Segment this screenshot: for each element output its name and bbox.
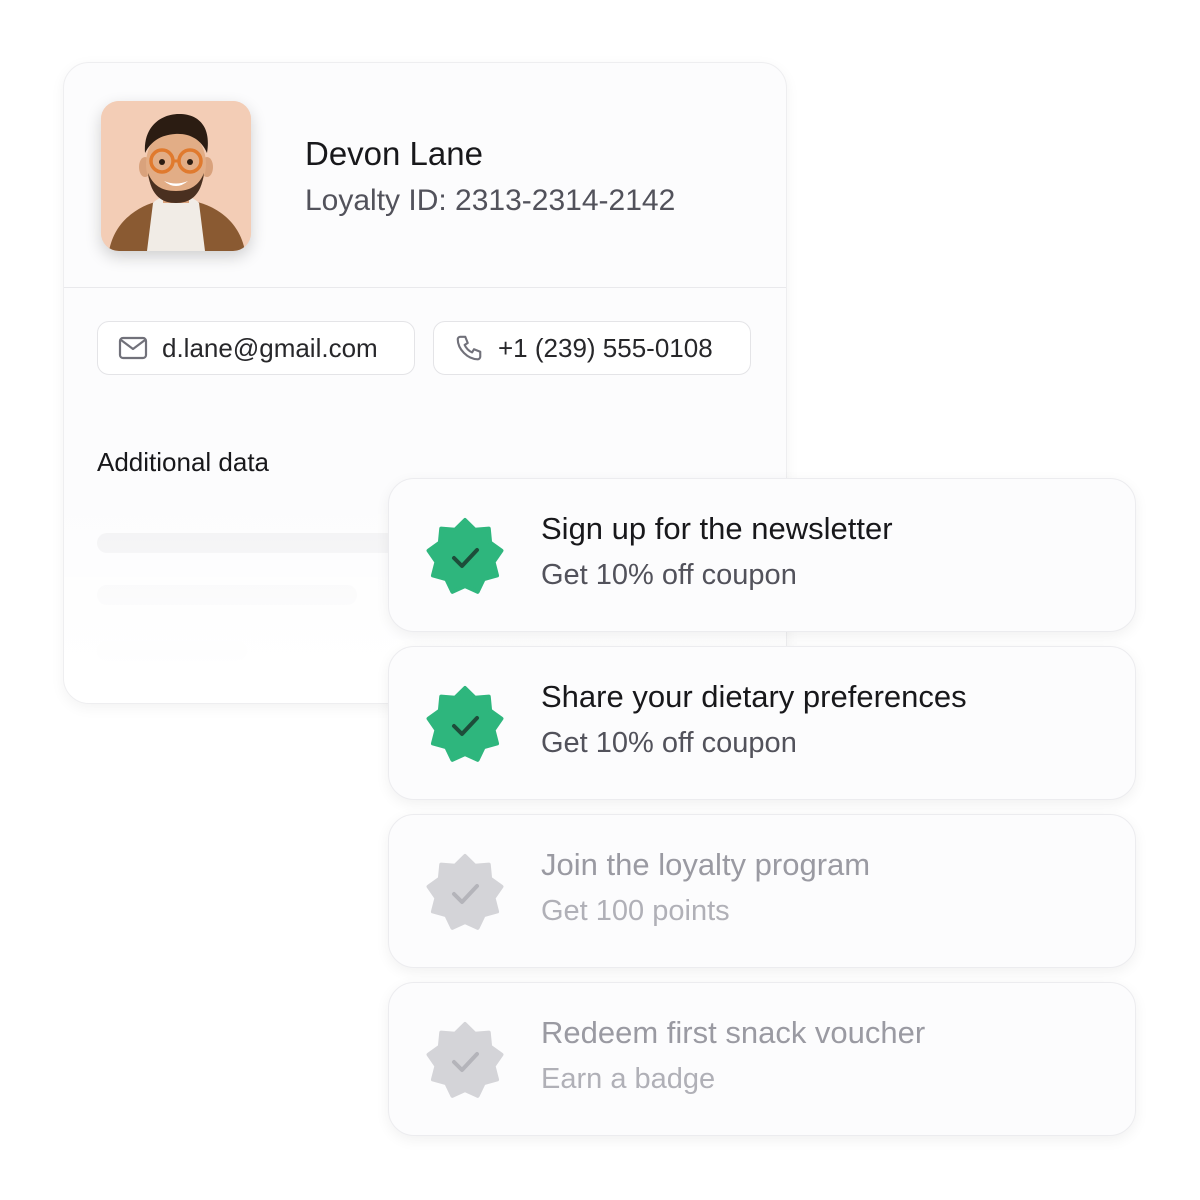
email-text: d.lane@gmail.com [162,332,378,363]
task-reward: Get 10% off coupon [541,559,797,591]
mail-icon [118,336,148,360]
task-card-loyalty[interactable]: Join the loyalty program Get 100 points [388,814,1136,968]
badge-seal [426,686,504,762]
task-card-snack-voucher[interactable]: Redeem first snack voucher Earn a badge [388,982,1136,1136]
skeleton-line [97,585,357,605]
task-reward: Earn a badge [541,1063,716,1095]
task-card-newsletter[interactable]: Sign up for the newsletter Get 10% off c… [388,478,1136,632]
task-title: Sign up for the newsletter [541,511,893,546]
phone-chip[interactable]: +1 (239) 555-0108 [433,321,751,375]
verified-badge-icon [426,686,504,762]
verified-badge-icon [426,854,504,930]
customer-name: Devon Lane [305,135,483,172]
person-illustration [101,101,251,251]
verified-badge-icon [426,518,504,594]
badge-seal [426,518,504,594]
phone-icon [454,333,484,363]
email-chip[interactable]: d.lane@gmail.com [97,321,415,375]
task-title: Redeem first snack voucher [541,1015,926,1050]
task-title: Join the loyalty program [541,847,871,882]
phone-text: +1 (239) 555-0108 [498,332,713,363]
divider [64,287,786,288]
additional-data-title: Additional data [97,447,270,477]
badge-seal [426,854,504,930]
skeleton-line [97,641,247,661]
task-title: Share your dietary preferences [541,679,967,714]
task-reward: Get 10% off coupon [541,727,797,759]
verified-badge-icon [426,1022,504,1098]
task-card-dietary[interactable]: Share your dietary preferences Get 10% o… [388,646,1136,800]
skeleton-line [97,533,437,553]
badge-seal [426,1022,504,1098]
avatar [101,101,251,251]
task-reward: Get 100 points [541,895,730,927]
loyalty-id: Loyalty ID: 2313-2314-2142 [305,184,676,217]
